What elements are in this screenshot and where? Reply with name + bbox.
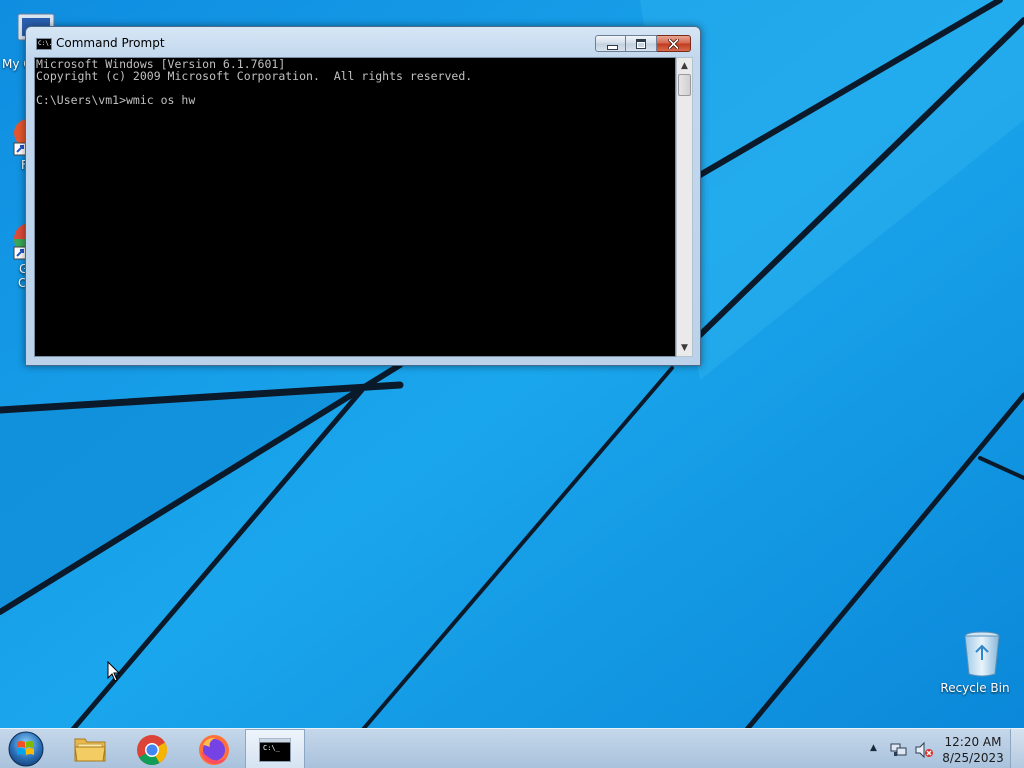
cmd-icon-text: C:\_ xyxy=(263,744,280,752)
cmd-icon-text: C:\. xyxy=(38,40,53,47)
close-button[interactable] xyxy=(657,35,691,52)
command-prompt-window[interactable]: C:\. Command Prompt Microsoft Windows [V… xyxy=(25,26,701,366)
cmd-icon: C:\. xyxy=(36,38,52,50)
firefox-icon xyxy=(199,735,229,765)
minimize-button[interactable] xyxy=(595,35,626,52)
console-line: Copyright (c) 2009 Microsoft Corporation… xyxy=(36,69,473,83)
console-output[interactable]: Microsoft Windows [Version 6.1.7601] Cop… xyxy=(34,57,676,357)
clock-time: 12:20 AM xyxy=(944,735,1002,749)
window-title: Command Prompt xyxy=(56,36,165,50)
title-bar[interactable]: C:\. Command Prompt xyxy=(26,27,700,57)
scroll-up-icon[interactable]: ▲ xyxy=(677,58,692,74)
scroll-down-icon[interactable]: ▼ xyxy=(677,340,692,356)
desktop-icon-label: Recycle Bin xyxy=(940,681,1010,695)
taskbar-command-prompt[interactable]: C:\_ xyxy=(245,729,305,768)
show-desktop-button[interactable] xyxy=(1010,729,1024,768)
start-button[interactable] xyxy=(5,730,47,768)
windows-logo-icon xyxy=(8,731,44,767)
taskbar: C:\_ ▲ 12:20 AM 8/25/2023 xyxy=(0,728,1024,768)
taskbar-chrome[interactable] xyxy=(122,729,180,768)
show-hidden-icons-icon[interactable]: ▲ xyxy=(870,743,877,753)
network-icon[interactable] xyxy=(890,741,908,759)
clock-date: 8/25/2023 xyxy=(942,751,1004,765)
clock[interactable]: 12:20 AM 8/25/2023 xyxy=(940,734,1006,766)
folder-icon xyxy=(74,738,106,762)
scrollbar-thumb[interactable] xyxy=(678,74,691,96)
recycle-bin-icon xyxy=(963,631,1000,677)
console-text: Microsoft Windows [Version 6.1.7601] Cop… xyxy=(35,58,675,106)
desktop: My C F G C xyxy=(0,0,1024,768)
chrome-icon xyxy=(137,735,168,766)
taskbar-firefox[interactable] xyxy=(184,729,242,768)
close-icon xyxy=(668,39,679,49)
maximize-button[interactable] xyxy=(626,35,657,52)
maximize-icon xyxy=(636,39,646,49)
console-prompt-line: C:\Users\vm1>wmic os hw xyxy=(36,93,196,107)
volume-muted-icon[interactable] xyxy=(914,741,934,759)
mouse-cursor-icon xyxy=(107,661,121,682)
vertical-scrollbar[interactable]: ▲ ▼ xyxy=(676,57,693,357)
system-tray: ▲ 12:20 AM 8/25/2023 xyxy=(860,729,1010,768)
taskbar-file-explorer[interactable] xyxy=(60,729,118,768)
desktop-icon-recycle-bin[interactable]: Recycle Bin xyxy=(940,630,1010,695)
minimize-icon xyxy=(607,45,618,50)
